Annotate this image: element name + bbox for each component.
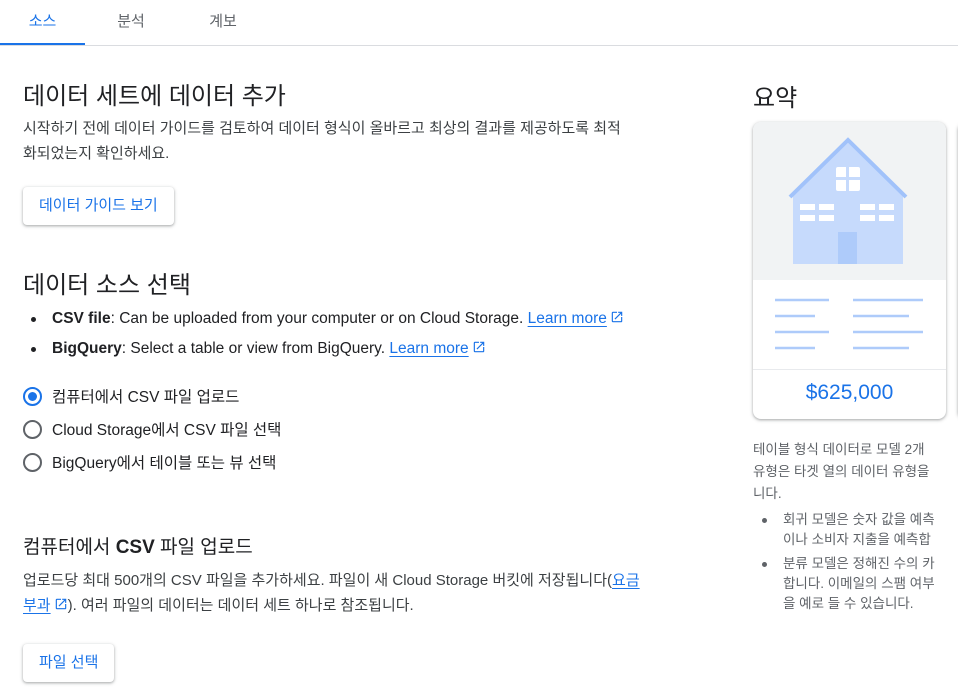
radio-label: Cloud Storage에서 CSV 파일 선택 [52,422,282,439]
add-data-description-line2: 화되었는지 확인하세요. [23,145,170,162]
upload-title: 컴퓨터에서 CSV 파일 업로드 [23,532,253,559]
summary-model-list: 회귀 모델은 숫자 값을 예측 이나 소비자 지출을 예측합 분류 모델은 정해… [753,510,935,618]
csv-learn-more-link[interactable]: Learn more [528,310,607,327]
regression-example-card: $625,000 [753,122,946,419]
summary-line: 니다. [753,486,782,501]
bigquery-bullet: BigQuery: Select a table or view from Bi… [23,334,624,364]
tab-analysis[interactable]: 분석 [85,0,177,45]
radio-button[interactable] [23,452,42,472]
upload-description-line2: 부과 ). 여러 파일의 데이터는 데이터 세트 하나로 참조됩니다. [23,593,723,618]
pricing-link-part1[interactable]: 요금 [612,572,640,589]
upload-title-bold: CSV [115,537,155,558]
summary-line: 유형은 타겟 열의 데이터 유형을 [753,464,930,479]
tab-lineage[interactable]: 계보 [177,0,269,45]
source-bullets: CSV file: Can be uploaded from your comp… [23,304,624,364]
radio-bigquery[interactable]: BigQuery에서 테이블 또는 뷰 선택 [23,450,276,474]
csv-bullet: CSV file: Can be uploaded from your comp… [23,304,624,334]
list-line: 합니다. 이메일의 스팸 여부 [783,576,935,591]
pricing-link-part2[interactable]: 부과 [23,597,51,614]
external-link-icon[interactable] [472,340,486,354]
csv-bullet-bold: CSV file [52,310,111,327]
upload-text-1: 업로드당 최대 500개의 CSV 파일을 추가하세요. 파일이 새 Cloud… [23,572,613,589]
predicted-price: $625,000 [805,381,894,404]
list-line: 회귀 모델은 숫자 값을 예측 [783,512,935,527]
classification-model-item: 분류 모델은 정해진 수의 카 합니다. 이메일의 스팸 여부 을 예로 들 수… [753,554,935,614]
summary-line: 테이블 형식 데이터로 모델 2개 [753,442,925,457]
external-link-icon[interactable] [54,597,68,611]
regression-model-item: 회귀 모델은 숫자 값을 예측 이나 소비자 지출을 예측합 [753,510,935,550]
tab-bar: 소스 분석 계보 [0,0,958,46]
summary-title: 요약 [753,85,798,112]
house-icon [788,137,908,264]
bigquery-bullet-text: : Select a table or view from BigQuery. [121,340,390,357]
upload-description-line1: 업로드당 최대 500개의 CSV 파일을 추가하세요. 파일이 새 Cloud… [23,568,723,593]
tab-source[interactable]: 소스 [0,0,85,45]
view-data-guide-button[interactable]: 데이터 가이드 보기 [23,187,174,225]
add-data-description: 시작하기 전에 데이터 가이드를 검토하여 데이터 형식이 올바르고 최상의 결… [23,116,723,166]
csv-bullet-text: : Can be uploaded from your computer or … [110,310,528,327]
bigquery-learn-more-link[interactable]: Learn more [389,340,468,357]
table-lines-icon [775,298,923,350]
radio-label: 컴퓨터에서 CSV 파일 업로드 [52,389,240,406]
source-select-title: 데이터 소스 선택 [23,272,191,299]
radio-upload-computer[interactable]: 컴퓨터에서 CSV 파일 업로드 [23,384,239,408]
upload-title-post: 파일 업로드 [154,537,253,558]
upload-title-pre: 컴퓨터에서 [23,537,116,558]
upload-text-2: ). 여러 파일의 데이터는 데이터 세트 하나로 참조됩니다. [67,597,414,614]
summary-panel: 요약 $625,000 테이블 형식 데이터로 모델 2개 유형은 타겟 열의 … [753,78,958,611]
radio-label: BigQuery에서 테이블 또는 뷰 선택 [52,455,277,472]
add-data-description-line1: 시작하기 전에 데이터 가이드를 검토하여 데이터 형식이 올바르고 최상의 결… [23,120,621,137]
house-illustration [753,122,946,280]
radio-button[interactable] [23,419,42,439]
list-line: 분류 모델은 정해진 수의 카 [783,556,935,571]
radio-button-selected[interactable] [23,386,42,406]
external-link-icon[interactable] [610,310,624,324]
select-files-button[interactable]: 파일 선택 [23,644,115,682]
add-data-title: 데이터 세트에 데이터 추가 [23,83,286,110]
list-line: 을 예로 들 수 있습니다. [783,596,914,611]
upload-description: 업로드당 최대 500개의 CSV 파일을 추가하세요. 파일이 새 Cloud… [23,568,723,618]
bigquery-bullet-bold: BigQuery [52,340,122,357]
radio-cloud-storage[interactable]: Cloud Storage에서 CSV 파일 선택 [23,417,281,441]
summary-description: 테이블 형식 데이터로 모델 2개 유형은 타겟 열의 데이터 유형을 니다. [753,439,958,505]
list-line: 이나 소비자 지출을 예측합 [783,532,931,547]
feature-lines-illustration [753,280,946,370]
